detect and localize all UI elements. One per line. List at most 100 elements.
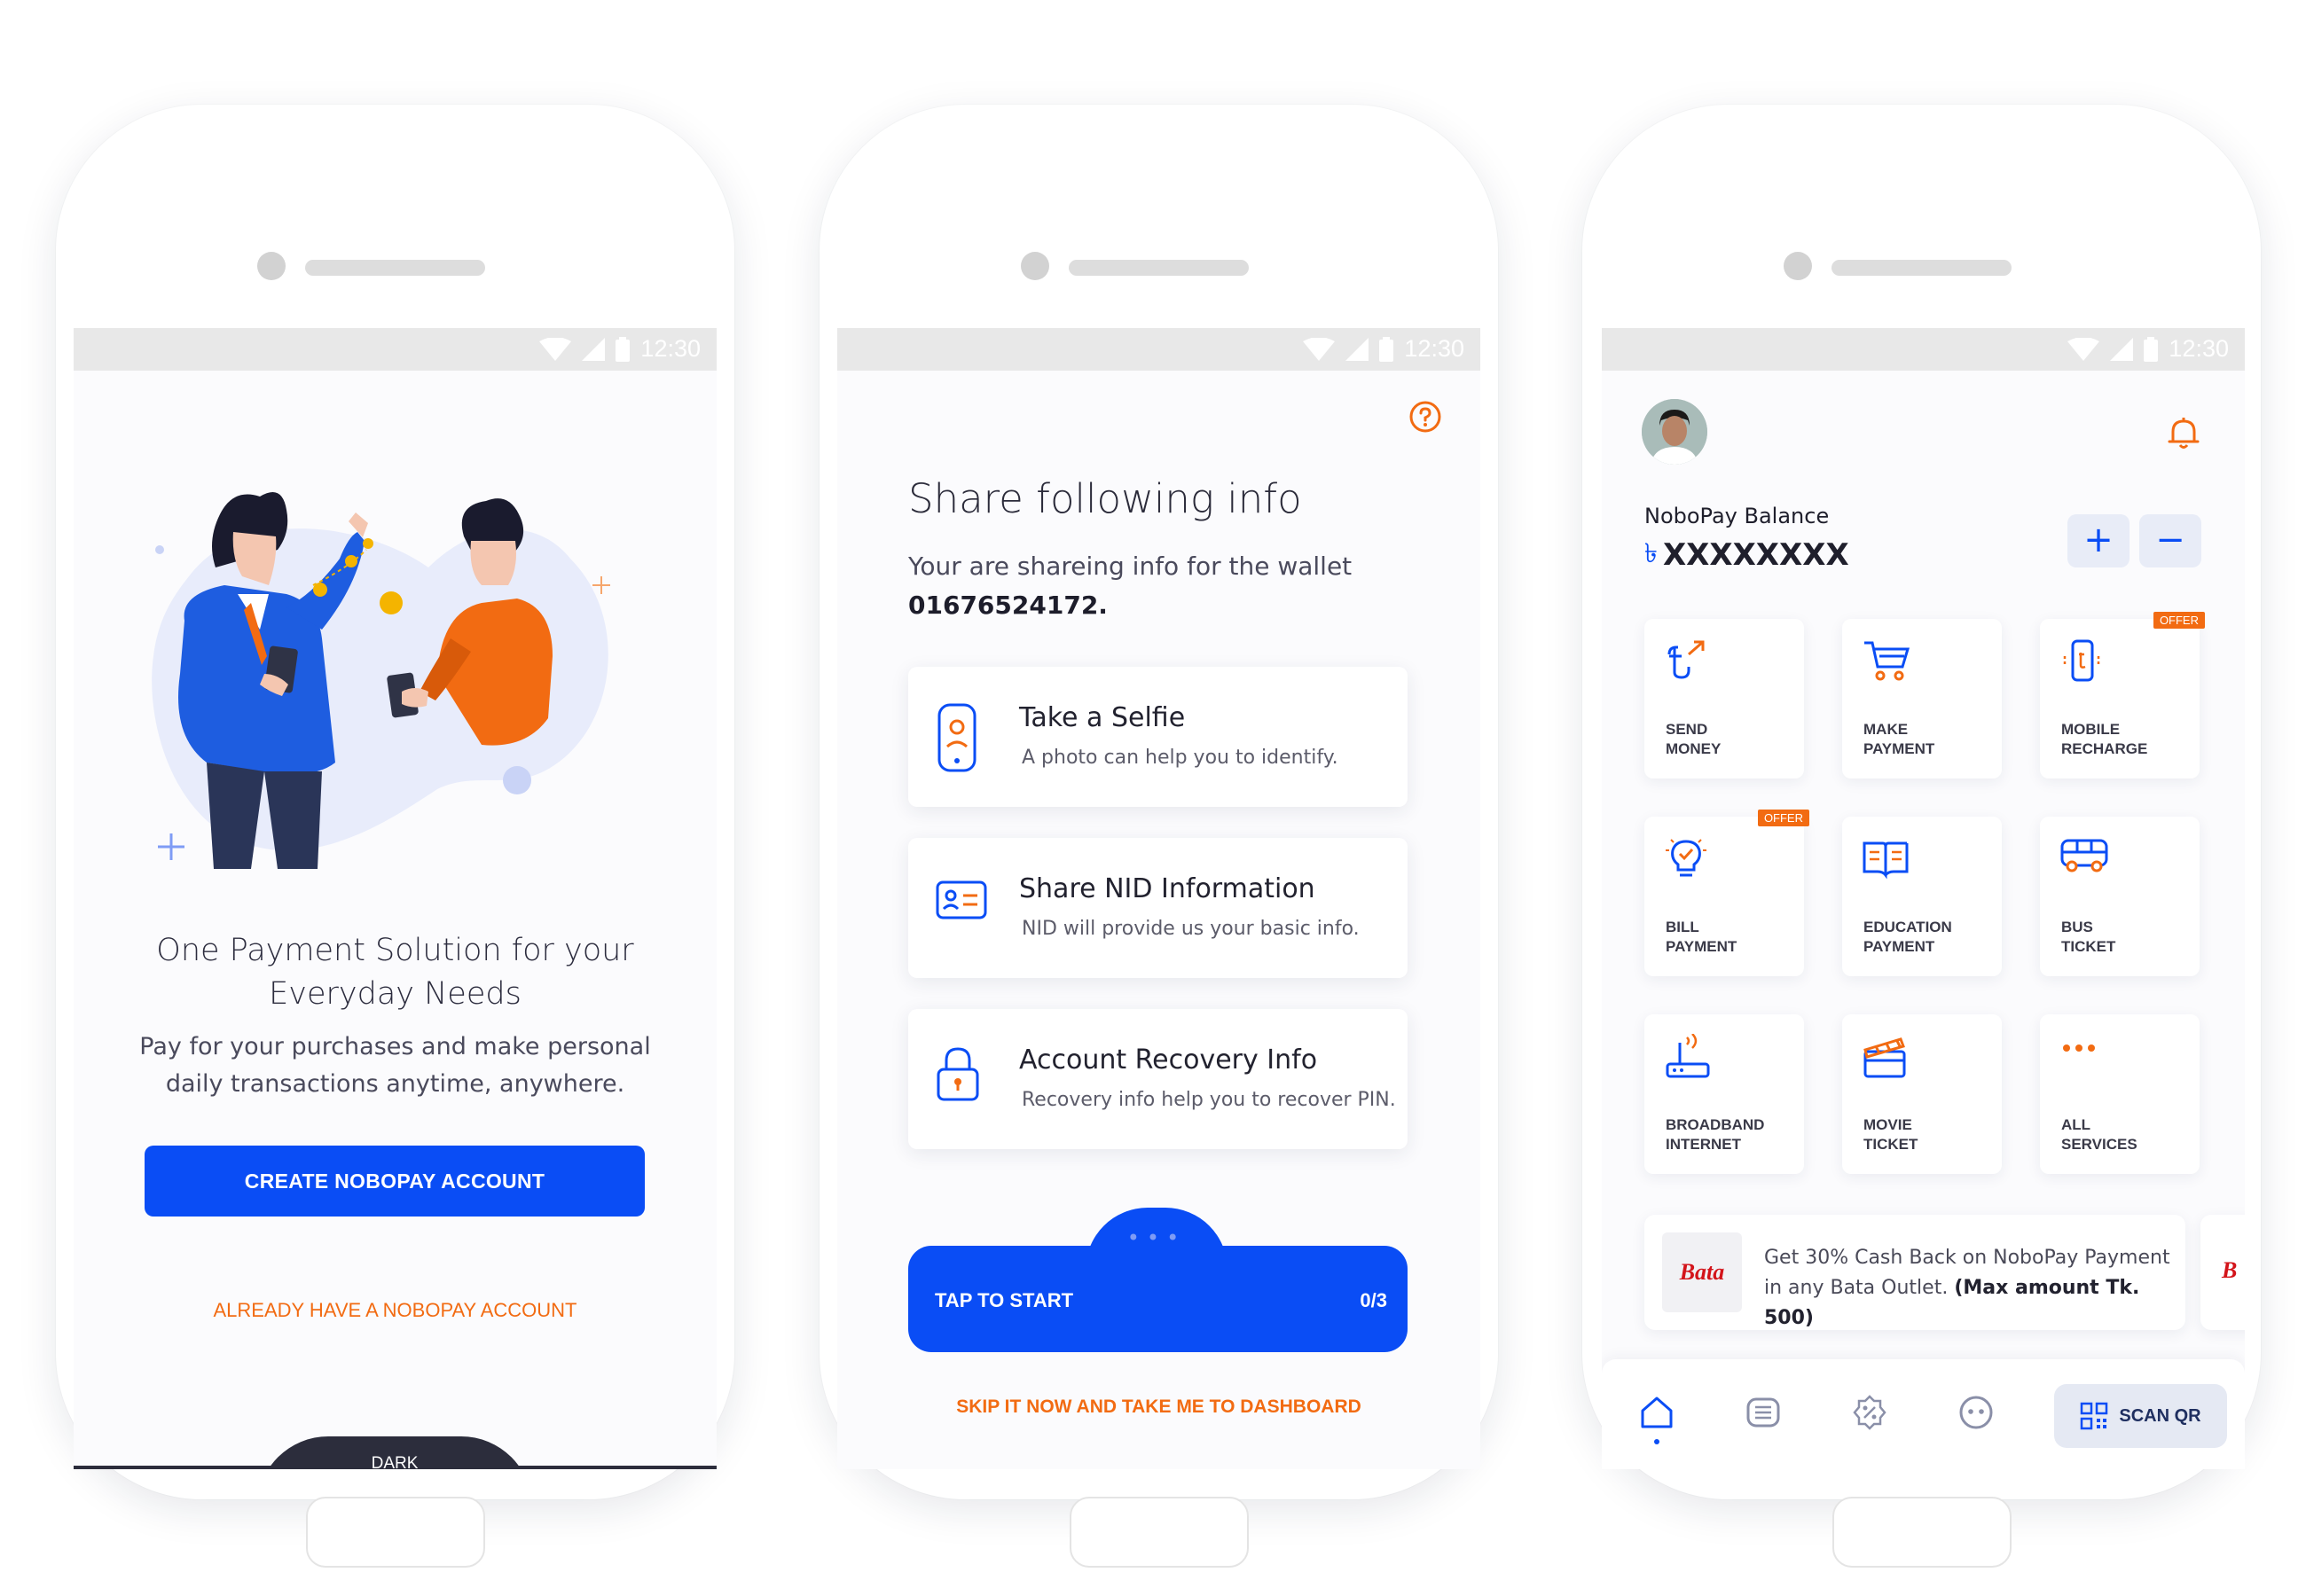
service-bill-payment[interactable]: OFFER BILL PAYMENT xyxy=(1644,810,1809,976)
avatar[interactable] xyxy=(1642,399,1707,465)
add-money-button[interactable]: + xyxy=(2067,514,2130,567)
earpiece-speaker xyxy=(1831,260,2012,276)
mobile-icon xyxy=(2063,639,2100,682)
battery-icon xyxy=(2144,336,2159,362)
service-label: ALL SERVICES xyxy=(2061,1116,2137,1153)
tap-to-start-label: TAP TO START xyxy=(935,1289,1074,1311)
lock-icon xyxy=(937,1047,979,1101)
skip-to-dashboard-link[interactable]: SKIP IT NOW AND TAKE ME TO DASHBOARD xyxy=(837,1396,1480,1418)
card-title: Account Recovery Info xyxy=(1019,1044,1318,1076)
signal-icon xyxy=(1345,337,1369,361)
already-have-account-link[interactable]: ALREADY HAVE A NOBOPAY ACCOUNT xyxy=(74,1299,717,1322)
promo-text: Get 30% Cash Back on NoboPay Payment in … xyxy=(1764,1243,2181,1334)
home-button[interactable] xyxy=(306,1497,485,1568)
dark-mode-label: DARK xyxy=(371,1454,419,1469)
service-label: BROADBAND INTERNET xyxy=(1666,1116,1765,1153)
dark-mode-toggle[interactable]: DARK xyxy=(257,1436,532,1469)
nid-card[interactable]: Share NID Information NID will provide u… xyxy=(908,838,1408,978)
handle-dots: ••• xyxy=(1126,1225,1187,1250)
service-send-money[interactable]: SEND MONEY xyxy=(1644,619,1804,778)
withdraw-money-button[interactable]: − xyxy=(2139,514,2201,567)
front-camera xyxy=(1784,252,1812,280)
service-mobile-recharge[interactable]: OFFER MOBILE RECHARGE xyxy=(2040,612,2205,778)
router-icon xyxy=(1666,1034,1710,1078)
promo-card-next[interactable]: B xyxy=(2200,1215,2245,1330)
selfie-card[interactable]: Take a Selfie A photo can help you to id… xyxy=(908,667,1408,807)
service-label: BUS TICKET xyxy=(2061,919,2116,955)
wifi-icon xyxy=(539,337,572,361)
onboarding-screen: 12:30 One Payment Solution for your Ever… xyxy=(74,328,717,1469)
service-bus-ticket[interactable]: BUS TICKET xyxy=(2040,817,2200,976)
service-label: SEND MONEY xyxy=(1666,721,1722,757)
status-time: 12:30 xyxy=(640,335,701,362)
profile-icon[interactable] xyxy=(1958,1395,1994,1430)
bulb-icon xyxy=(1666,839,1706,877)
earpiece-speaker xyxy=(305,260,485,276)
wifi-icon xyxy=(2067,337,2100,361)
more-icon xyxy=(2063,1044,2095,1052)
service-label: EDUCATION PAYMENT xyxy=(1863,919,1952,955)
status-time: 12:30 xyxy=(2169,335,2229,362)
transactions-icon[interactable] xyxy=(1745,1395,1781,1430)
battery-icon xyxy=(616,336,631,362)
service-label: MOBILE RECHARGE xyxy=(2061,721,2148,757)
status-bar: 12:30 xyxy=(74,328,717,371)
scan-qr-label: SCAN QR xyxy=(2119,1405,2201,1426)
service-label: BILL PAYMENT xyxy=(1666,919,1737,955)
page-description: Your are shareing info for the wallet xyxy=(908,552,1353,581)
card-title: Take a Selfie xyxy=(1019,702,1186,733)
front-camera xyxy=(257,252,286,280)
cart-icon xyxy=(1864,641,1910,681)
home-icon[interactable] xyxy=(1639,1395,1675,1430)
front-camera xyxy=(1021,252,1049,280)
create-account-button[interactable]: CREATE NOBOPAY ACCOUNT xyxy=(145,1146,645,1217)
subtitle-line-2: daily transactions anytime, anywhere. xyxy=(165,1070,625,1098)
id-card-icon xyxy=(936,880,987,919)
book-icon xyxy=(1863,841,1909,880)
notification-bell-icon[interactable] xyxy=(2165,414,2202,451)
service-label: MAKE PAYMENT xyxy=(1863,721,1935,757)
offer-badge: OFFER xyxy=(1757,810,1809,826)
share-info-screen: 12:30 Share following info Your are shar… xyxy=(837,328,1480,1469)
signal-icon xyxy=(582,337,606,361)
taka-icon: ৳ xyxy=(1644,538,1658,569)
onboarding-subtitle: Pay for your purchases and make personal… xyxy=(109,1029,681,1103)
status-bar: 12:30 xyxy=(837,328,1480,371)
wallet-number: 01676524172. xyxy=(908,591,1108,620)
help-icon[interactable] xyxy=(1409,401,1441,433)
service-movie-ticket[interactable]: MOVIE TICKET xyxy=(1842,1014,2002,1174)
status-time: 12:30 xyxy=(1404,335,1464,362)
promo-card[interactable]: Bata Get 30% Cash Back on NoboPay Paymen… xyxy=(1644,1215,2185,1330)
offer-badge: OFFER xyxy=(2153,612,2205,629)
phone-share-info: 12:30 Share following info Your are shar… xyxy=(820,105,1498,1568)
balance-label: NoboPay Balance xyxy=(1644,504,1830,528)
clapper-icon xyxy=(1863,1037,1906,1078)
service-label: MOVIE TICKET xyxy=(1863,1116,1918,1153)
offers-icon[interactable] xyxy=(1852,1395,1887,1430)
signal-icon xyxy=(2110,337,2134,361)
bottom-navigation: SCAN QR xyxy=(1602,1359,2245,1469)
card-title: Share NID Information xyxy=(1019,873,1315,904)
title-line-1: One Payment Solution for your xyxy=(156,933,634,968)
recovery-card[interactable]: Account Recovery Info Recovery info help… xyxy=(908,1009,1408,1149)
subtitle-line-1: Pay for your purchases and make personal xyxy=(139,1033,651,1060)
service-broadband-internet[interactable]: BROADBAND INTERNET xyxy=(1644,1014,1804,1174)
scan-qr-button[interactable]: SCAN QR xyxy=(2054,1384,2227,1448)
page-title: Share following info xyxy=(908,475,1302,522)
avatar-portrait xyxy=(1642,399,1707,465)
phone-selfie-icon xyxy=(937,703,977,772)
service-education-payment[interactable]: EDUCATION PAYMENT xyxy=(1842,817,2002,976)
home-button[interactable] xyxy=(1832,1497,2012,1568)
send-money-icon xyxy=(1667,640,1705,679)
qr-code-icon xyxy=(2081,1402,2108,1430)
service-all-services[interactable]: ALL SERVICES xyxy=(2040,1014,2200,1174)
service-make-payment[interactable]: MAKE PAYMENT xyxy=(1842,619,2002,778)
home-button[interactable] xyxy=(1070,1497,1249,1568)
battery-icon xyxy=(1379,336,1394,362)
card-description: A photo can help you to identify. xyxy=(1022,747,1338,769)
bus-icon xyxy=(2060,839,2108,872)
bata-logo: Bata xyxy=(1662,1232,1742,1312)
bata-logo: B xyxy=(2222,1257,2238,1283)
progress-count: 0/3 xyxy=(1360,1289,1387,1311)
status-bar: 12:30 xyxy=(1602,328,2245,371)
